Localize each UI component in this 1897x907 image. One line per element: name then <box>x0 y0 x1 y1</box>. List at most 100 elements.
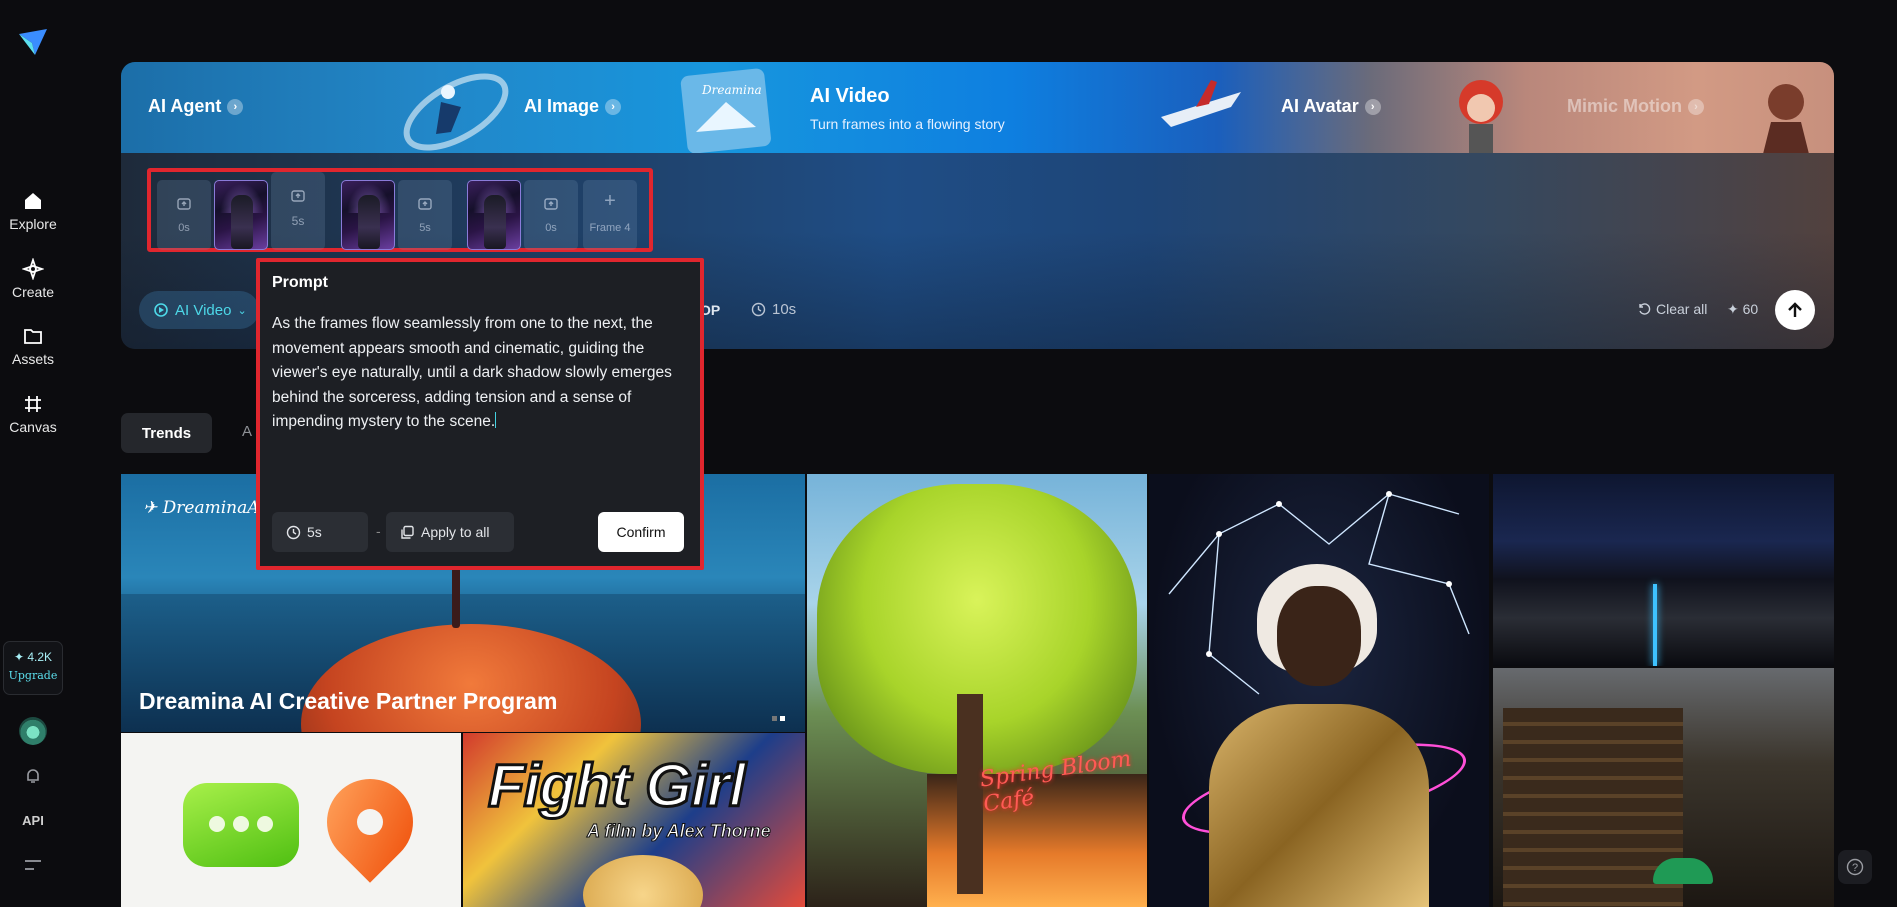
add-frame-label: Frame 4 <box>589 222 631 234</box>
hero-brand: ✈ DreaminaAI <box>143 498 267 518</box>
gallery-card-fight-girl[interactable]: Fight Girl A film by Alex Thorne <box>463 733 805 907</box>
pin-hole <box>351 803 389 841</box>
upload-icon <box>177 198 191 210</box>
gallery-card-cafe[interactable]: Spring Bloom Café <box>807 474 1147 907</box>
upload-icon <box>291 190 305 202</box>
transition-duration: 0s <box>545 222 557 234</box>
nav-create-label: Create <box>11 284 55 300</box>
sorceress-figure <box>484 195 506 249</box>
nav-explore[interactable]: Explore <box>0 190 66 232</box>
api-link[interactable]: API <box>0 813 66 828</box>
active-mode-subtitle: Turn frames into a flowing story <box>810 116 1005 132</box>
tab-mimic-motion-label: Mimic Motion <box>1567 96 1682 116</box>
carousel-dots[interactable] <box>769 708 785 726</box>
gallery-card-waves[interactable] <box>1493 474 1834 666</box>
tab-ai-agent-label: AI Agent <box>148 96 222 116</box>
dreamina-logo[interactable] <box>17 26 49 58</box>
tab-ai-image[interactable]: AI Image › <box>524 96 622 117</box>
gallery-card-icons[interactable] <box>121 733 461 907</box>
gallery-card-constellation[interactable] <box>1149 474 1489 907</box>
mode-selector-label: AI Video <box>175 301 232 319</box>
carousel-dot[interactable] <box>772 716 777 721</box>
total-duration[interactable]: 10s <box>751 301 796 318</box>
clock-icon <box>286 525 301 539</box>
carousel-dot[interactable] <box>780 716 785 721</box>
nav-canvas[interactable]: Canvas <box>0 393 66 435</box>
video-art: Dreamina <box>680 68 771 154</box>
nav-assets[interactable]: Assets <box>0 325 66 367</box>
transition-duration: 0s <box>178 222 190 234</box>
copy-icon <box>401 525 414 539</box>
upgrade-link[interactable]: Upgrade <box>4 669 62 682</box>
prompt-title: Prompt <box>272 274 328 291</box>
nav-explore-label: Explore <box>9 216 57 232</box>
mode-selector[interactable]: AI Video ⌄ <box>139 291 259 329</box>
chat-bubble-illustration <box>183 783 299 867</box>
keyframe-image[interactable] <box>214 180 268 250</box>
nav-create[interactable]: Create <box>0 258 66 300</box>
confirm-button[interactable]: Confirm <box>598 512 684 552</box>
motion-art <box>1761 84 1811 162</box>
transition-slot[interactable]: 0s <box>157 180 211 250</box>
add-frame-button[interactable]: + Frame 4 <box>583 180 637 250</box>
sparkle-icon <box>22 258 44 280</box>
bubble-dot <box>209 816 225 832</box>
help-button[interactable]: ? <box>1838 850 1872 884</box>
video-mode-icon <box>154 303 168 317</box>
map-pin-illustration <box>309 761 431 883</box>
mode-banner: AI Agent › AI Image › Dreamina AI Video … <box>121 62 1834 162</box>
avatar-art <box>1459 80 1503 162</box>
prompt-editor-popup: Prompt As the frames flow seamlessly fro… <box>256 258 704 570</box>
clock-icon <box>751 302 766 317</box>
chevron-right-icon: › <box>1364 98 1381 115</box>
prompt-textarea[interactable]: As the frames flow seamlessly from one t… <box>272 312 692 435</box>
credits-count: ✦ 4.2K <box>13 650 53 664</box>
bell-icon[interactable] <box>23 766 43 786</box>
nav-assets-label: Assets <box>11 351 54 367</box>
poster-title: Fight Girl <box>487 751 748 821</box>
active-mode-title[interactable]: AI Video <box>810 85 890 108</box>
sorceress-figure <box>231 195 253 249</box>
lightning-streak <box>1653 584 1657 666</box>
transition-duration: 5s <box>291 214 305 228</box>
text-caret <box>495 412 497 428</box>
clear-all-button[interactable]: Clear all <box>1637 301 1707 317</box>
apply-to-all-button[interactable]: Apply to all <box>386 512 514 552</box>
frame-duration-select[interactable]: 5s <box>272 512 368 552</box>
home-icon <box>25 193 41 209</box>
hero-title: Dreamina AI Creative Partner Program <box>139 688 558 714</box>
keyframe-image[interactable] <box>467 180 521 250</box>
credits-upgrade-box[interactable]: ✦ 4.2K Upgrade <box>3 641 63 695</box>
keyframe-image[interactable] <box>341 180 395 250</box>
prompt-text-value: As the frames flow seamlessly from one t… <box>272 315 672 430</box>
separator: - <box>376 523 381 539</box>
generate-button[interactable] <box>1775 290 1815 330</box>
gold-jacket <box>1209 704 1429 907</box>
poster-figure <box>583 855 703 907</box>
transition-slot[interactable]: 0s <box>524 180 578 250</box>
tab-mimic-motion[interactable]: Mimic Motion › <box>1567 96 1704 117</box>
tab-ai-avatar[interactable]: AI Avatar › <box>1281 96 1381 117</box>
help-icon: ? <box>1846 858 1864 876</box>
tab-ai-avatar-label: AI Avatar <box>1281 96 1359 116</box>
frame-duration-value: 5s <box>307 524 322 540</box>
transition-slot[interactable]: 5s <box>271 172 325 250</box>
green-lamp <box>1653 858 1713 884</box>
person-silhouette <box>452 566 460 628</box>
plus-icon: + <box>604 190 616 212</box>
video-art-caption: Dreamina <box>701 83 762 97</box>
menu-icon[interactable] <box>24 858 42 872</box>
tab-ai-image-label: AI Image <box>524 96 600 116</box>
upload-icon <box>418 198 432 210</box>
portrait-face <box>1277 586 1361 686</box>
upload-icon <box>544 198 558 210</box>
tab-trends[interactable]: Trends <box>121 413 212 453</box>
tab-next[interactable]: A <box>242 423 252 440</box>
transition-duration: 5s <box>419 222 431 234</box>
avatar[interactable] <box>19 717 47 745</box>
clear-all-label: Clear all <box>1656 301 1708 317</box>
total-duration-value: 10s <box>772 301 797 318</box>
gallery-card-library[interactable] <box>1493 668 1834 907</box>
tab-ai-agent[interactable]: AI Agent › <box>148 96 244 117</box>
transition-slot[interactable]: 5s <box>398 180 452 250</box>
